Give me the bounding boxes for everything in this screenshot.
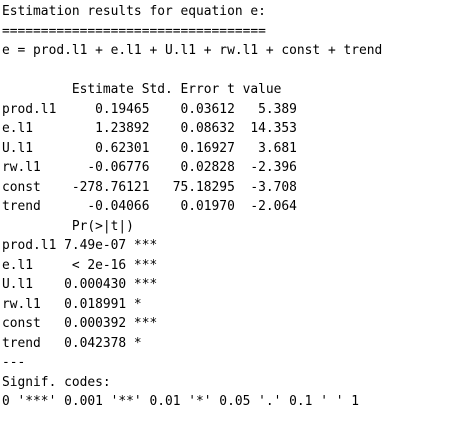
heading-rule: ================================== bbox=[2, 23, 266, 39]
signif-separator: --- bbox=[2, 355, 26, 370]
coef-row-trend: trend -0.04066 0.01970 -2.064 bbox=[2, 199, 297, 214]
pvalue-row-rw-l1: rw.l1 0.018991 * bbox=[2, 296, 142, 312]
equation-formula: e = prod.l1 + e.l1 + U.l1 + rw.l1 + cons… bbox=[2, 43, 383, 58]
coef-row-rw-l1: rw.l1 -0.06776 0.02828 -2.396 bbox=[2, 160, 297, 175]
coef-row-prod-l1: prod.l1 0.19465 0.03612 5.389 bbox=[2, 101, 297, 117]
coef-row-e-l1: e.l1 1.23892 0.08632 14.353 bbox=[2, 121, 297, 136]
pvalue-row-prod-l1: prod.l1 7.49e-07 *** bbox=[2, 238, 158, 253]
coef-table-header: Estimate Std. Error t value bbox=[2, 82, 282, 97]
coef-row-u-l1: U.l1 0.62301 0.16927 3.681 bbox=[2, 140, 297, 156]
console-output: Estimation results for equation e: =====… bbox=[0, 0, 458, 436]
pvalue-row-u-l1: U.l1 0.000430 *** bbox=[2, 277, 158, 292]
results-heading: Estimation results for equation e: bbox=[2, 4, 266, 19]
signif-codes-label: Signif. codes: bbox=[2, 374, 111, 390]
pvalue-table-header: Pr(>|t|) bbox=[2, 218, 134, 234]
signif-codes-legend: 0 '***' 0.001 '**' 0.01 '*' 0.05 '.' 0.1… bbox=[2, 394, 359, 409]
pvalue-row-trend: trend 0.042378 * bbox=[2, 335, 142, 351]
coef-row-const: const -278.76121 75.18295 -3.708 bbox=[2, 179, 297, 195]
pvalue-row-e-l1: e.l1 < 2e-16 *** bbox=[2, 257, 158, 273]
pvalue-row-const: const 0.000392 *** bbox=[2, 316, 158, 331]
